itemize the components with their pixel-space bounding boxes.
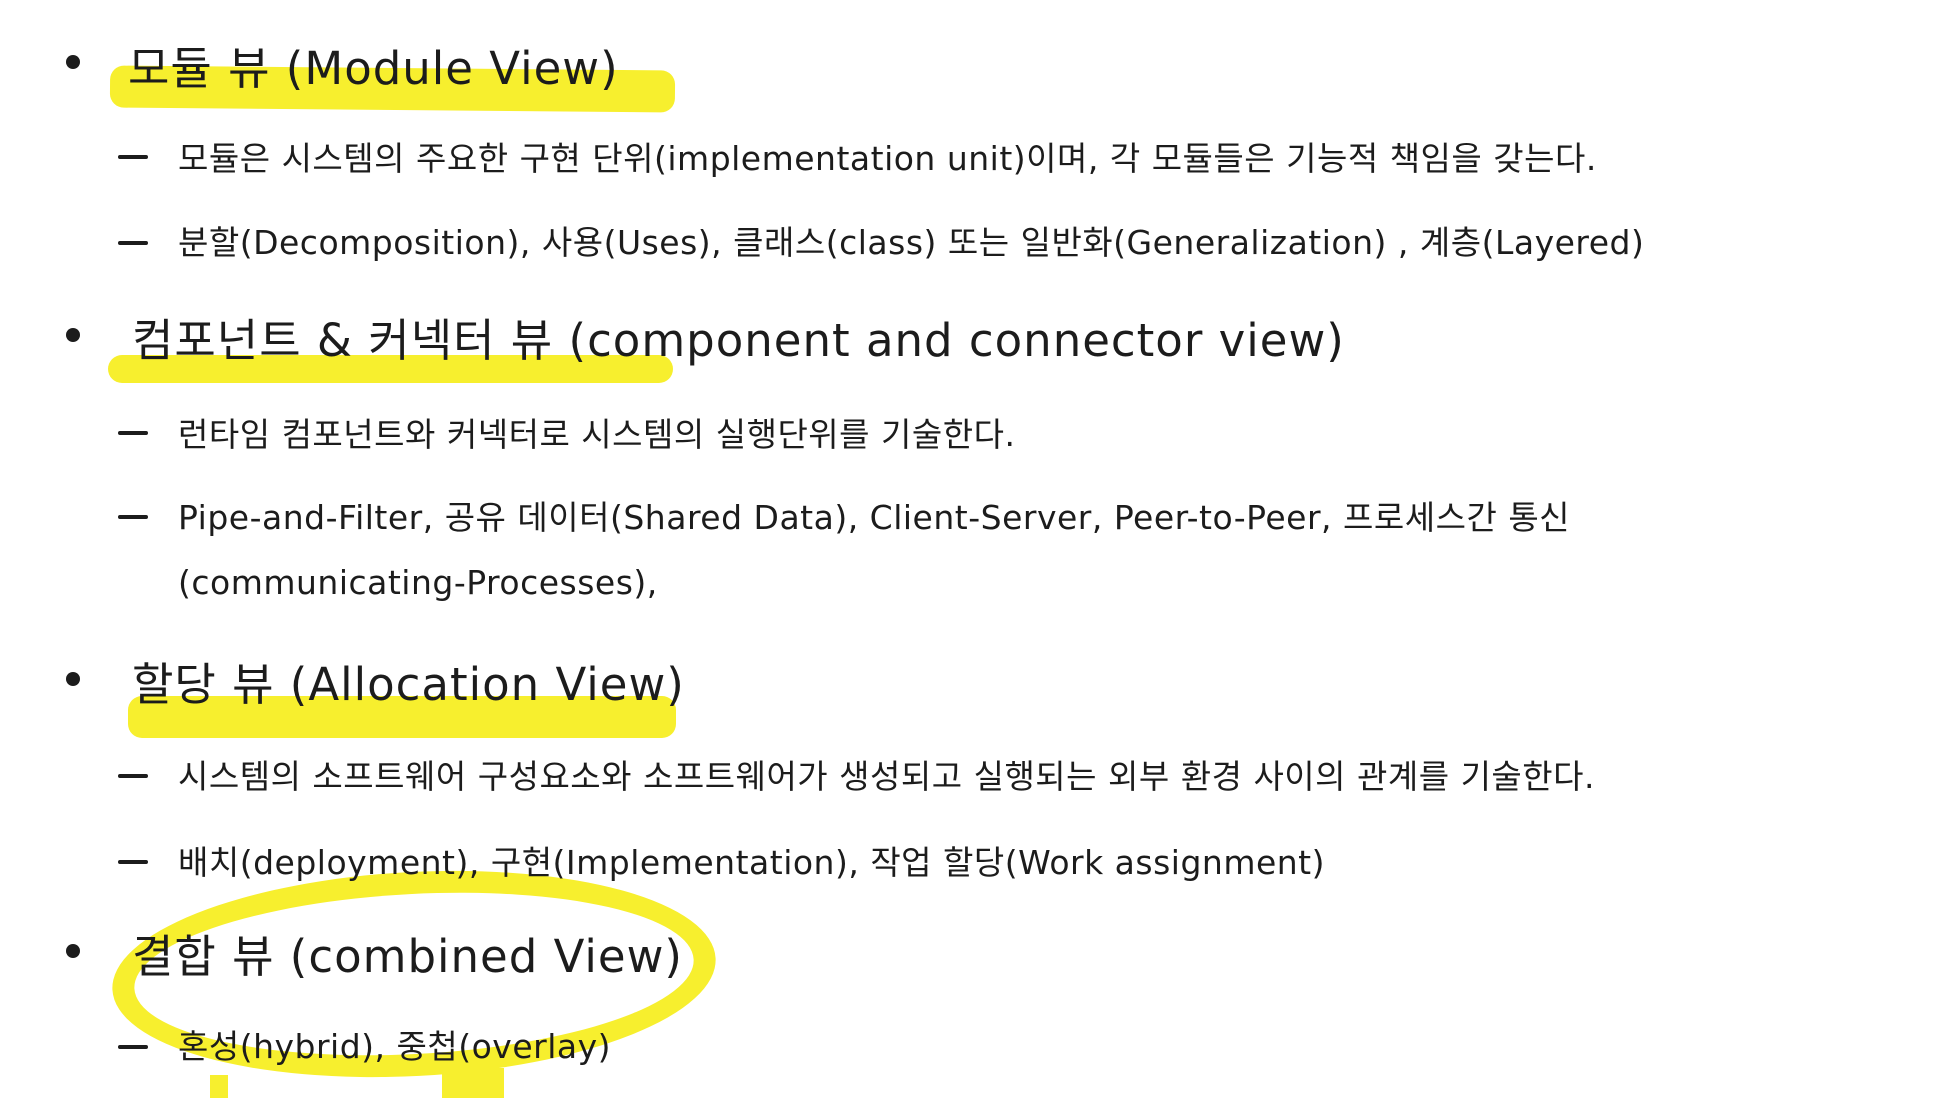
bullet-combined-view: [66, 944, 80, 958]
highlight-tick-left: [210, 1075, 228, 1098]
dash-icon: [118, 155, 148, 159]
dash-icon: [118, 860, 148, 864]
module-view-item-1: 모듈은 시스템의 주요한 구현 단위(implementation unit)이…: [178, 139, 1597, 178]
bullet-cc-view: [66, 328, 80, 342]
dash-icon: [118, 241, 148, 245]
bullet-module-view: [66, 55, 80, 69]
dash-icon: [118, 515, 148, 519]
dash-icon: [118, 1045, 148, 1049]
combined-view-item-1: 혼성(hybrid), 중첩(overlay): [178, 1027, 612, 1066]
heading-allocation-view: 할당 뷰 (Allocation View): [132, 658, 685, 711]
cc-view-item-2: Pipe-and-Filter, 공유 데이터(Shared Data), Cl…: [178, 498, 1571, 537]
cc-view-item-2-cont: (communicating-Processes),: [178, 563, 658, 602]
heading-module-view: 모듈 뷰 (Module View): [128, 42, 619, 95]
heading-combined-view: 결합 뷰 (combined View): [132, 930, 683, 983]
dash-icon: [118, 431, 148, 435]
dash-icon: [118, 774, 148, 778]
allocation-view-item-1: 시스템의 소프트웨어 구성요소와 소프트웨어가 생성되고 실행되는 외부 환경 …: [178, 757, 1596, 796]
bullet-allocation-view: [66, 672, 80, 686]
module-view-item-2: 분할(Decomposition), 사용(Uses), 클래스(class) …: [178, 223, 1645, 262]
heading-cc-view: 컴포넌트 & 커넥터 뷰 (component and connector vi…: [132, 314, 1345, 367]
highlight-tick-right: [442, 1068, 504, 1098]
cc-view-item-1: 런타임 컴포넌트와 커넥터로 시스템의 실행단위를 기술한다.: [178, 415, 1016, 454]
allocation-view-item-2: 배치(deployment), 구현(Implementation), 작업 할…: [178, 843, 1325, 882]
lecture-slide: 모듈 뷰 (Module View) 모듈은 시스템의 주요한 구현 단위(im…: [0, 0, 1940, 1098]
